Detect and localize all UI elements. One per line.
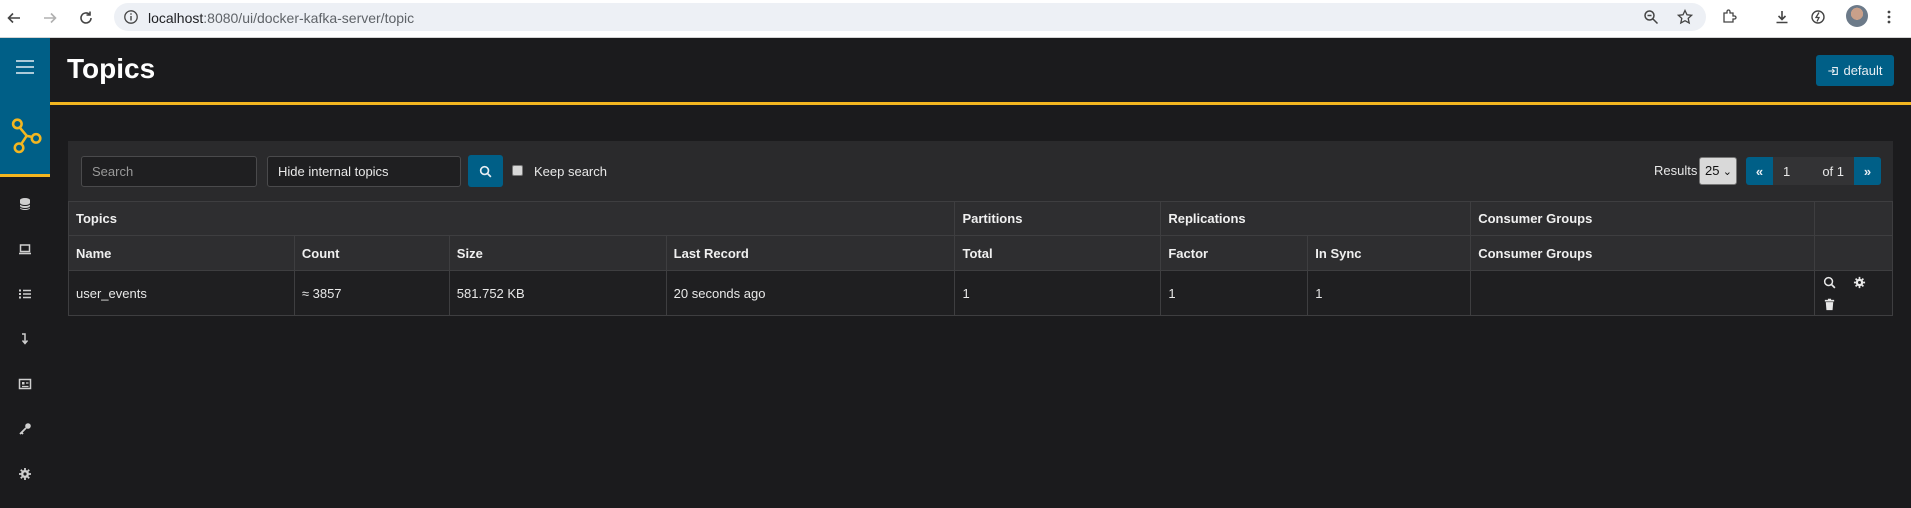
sidebar <box>0 38 50 508</box>
more-menu-icon[interactable] <box>1878 6 1900 28</box>
reload-icon <box>80 11 92 24</box>
page-prev-button[interactable]: « <box>1746 157 1773 185</box>
arrow-left-icon <box>7 12 20 24</box>
key-icon <box>19 423 31 435</box>
page-indicator: 1 of 1 <box>1773 157 1854 185</box>
results-per-page-select[interactable]: 25 ⌄ <box>1699 157 1737 185</box>
menu-toggle-button[interactable] <box>0 38 50 96</box>
page-title: Topics <box>67 53 156 84</box>
cell-count: ≈ 3857 <box>293 270 450 316</box>
table-group-header-row: Topics Partitions Replications Consumer … <box>67 201 1894 236</box>
group-header-actions <box>1813 201 1894 236</box>
laptop-icon <box>19 244 31 255</box>
cell-replication-factor: 1 <box>1160 270 1309 316</box>
cell-last-record: 20 seconds ago <box>665 270 956 316</box>
zoom-icon[interactable] <box>1643 9 1659 25</box>
configure-topic-button[interactable] <box>1849 271 1871 293</box>
page-current: 1 <box>1783 164 1791 179</box>
cell-name[interactable]: user_events <box>68 270 295 316</box>
column-header-total[interactable]: Total <box>954 235 1162 271</box>
keep-search-label: Keep search <box>534 164 607 179</box>
cell-partitions-total: 1 <box>954 270 1162 316</box>
cluster-select-button[interactable]: default <box>1816 55 1894 86</box>
sidebar-item-connect[interactable] <box>0 414 50 444</box>
performance-icon[interactable] <box>1807 6 1829 28</box>
search-icon <box>1824 276 1836 288</box>
group-header-topics: Topics <box>67 201 956 236</box>
list-icon <box>19 289 31 299</box>
group-header-consumer-groups: Consumer Groups <box>1470 201 1815 236</box>
download-icon[interactable] <box>1771 6 1793 28</box>
column-header-factor[interactable]: Factor <box>1160 235 1309 271</box>
table-row[interactable]: user_events ≈ 3857 581.752 KB 20 seconds… <box>68 270 1894 316</box>
column-header-count[interactable]: Count <box>293 235 450 271</box>
pagination: « 1 of 1 » <box>1746 157 1881 185</box>
url-text[interactable]: localhost:8080/ui/docker-kafka-server/to… <box>148 10 414 26</box>
database-icon <box>19 198 31 210</box>
extensions-icon[interactable] <box>1718 6 1740 28</box>
results-per-page-value: 25 <box>1705 163 1720 178</box>
column-header-last-record[interactable]: Last Record <box>665 235 956 271</box>
browser-toolbar: localhost:8080/ui/docker-kafka-server/to… <box>0 0 1911 38</box>
view-topic-button[interactable] <box>1819 271 1841 293</box>
sidebar-item-settings[interactable] <box>0 459 50 489</box>
group-header-replications: Replications <box>1160 201 1472 236</box>
topics-panel: Search Hide internal topics Keep search … <box>67 141 1894 316</box>
gear-icon <box>1854 276 1866 288</box>
keep-search-checkbox[interactable] <box>512 165 523 176</box>
cell-size: 581.752 KB <box>448 270 667 316</box>
internal-topics-select[interactable]: Hide internal topics <box>267 156 461 187</box>
trash-icon <box>1825 298 1835 310</box>
schema-icon <box>18 378 32 390</box>
sign-in-icon <box>1828 66 1839 75</box>
page-next-button[interactable]: » <box>1854 157 1881 185</box>
group-header-partitions: Partitions <box>954 201 1162 236</box>
gear-icon <box>19 468 31 480</box>
arrow-right-icon <box>44 12 57 24</box>
search-input[interactable]: Search <box>81 156 257 187</box>
cell-in-sync: 1 <box>1307 270 1472 316</box>
column-header-consumer-groups[interactable]: Consumer Groups <box>1470 235 1815 271</box>
column-header-in-sync[interactable]: In Sync <box>1307 235 1472 271</box>
topics-table: Topics Partitions Replications Consumer … <box>67 201 1894 316</box>
page-header: Topics default <box>50 38 1911 105</box>
sidebar-item-schema-registry[interactable] <box>0 369 50 399</box>
cluster-name: default <box>1843 63 1883 78</box>
sidebar-item-acls[interactable] <box>0 324 50 354</box>
column-header-actions <box>1813 235 1894 271</box>
search-icon <box>479 165 492 177</box>
sidebar-item-topics[interactable] <box>0 234 50 264</box>
search-button[interactable] <box>468 155 503 187</box>
reload-button[interactable] <box>72 4 100 32</box>
arrow-down-icon <box>21 333 29 345</box>
sidebar-item-consumer-groups[interactable] <box>0 279 50 309</box>
delete-topic-button[interactable] <box>1819 293 1841 315</box>
hamburger-icon <box>16 60 34 74</box>
akhq-logo-icon <box>11 118 42 154</box>
column-header-size[interactable]: Size <box>448 235 667 271</box>
star-icon[interactable] <box>1677 9 1693 25</box>
back-button[interactable] <box>0 4 28 32</box>
info-icon[interactable] <box>123 9 139 25</box>
profile-avatar[interactable] <box>1846 5 1868 27</box>
forward-button[interactable] <box>36 4 64 32</box>
address-bar[interactable]: localhost:8080/ui/docker-kafka-server/to… <box>114 3 1706 31</box>
results-label: Results <box>1654 163 1698 178</box>
table-column-header-row: Name Count Size Last Record Total Factor… <box>68 235 1894 271</box>
column-header-name[interactable]: Name <box>68 235 295 271</box>
page-total: of 1 <box>1822 164 1844 179</box>
chevron-down-icon: ⌄ <box>1722 166 1732 178</box>
app-logo[interactable] <box>0 96 50 177</box>
cell-consumer-groups <box>1470 270 1815 316</box>
sidebar-item-nodes[interactable] <box>0 189 50 219</box>
cell-actions <box>1813 270 1894 316</box>
